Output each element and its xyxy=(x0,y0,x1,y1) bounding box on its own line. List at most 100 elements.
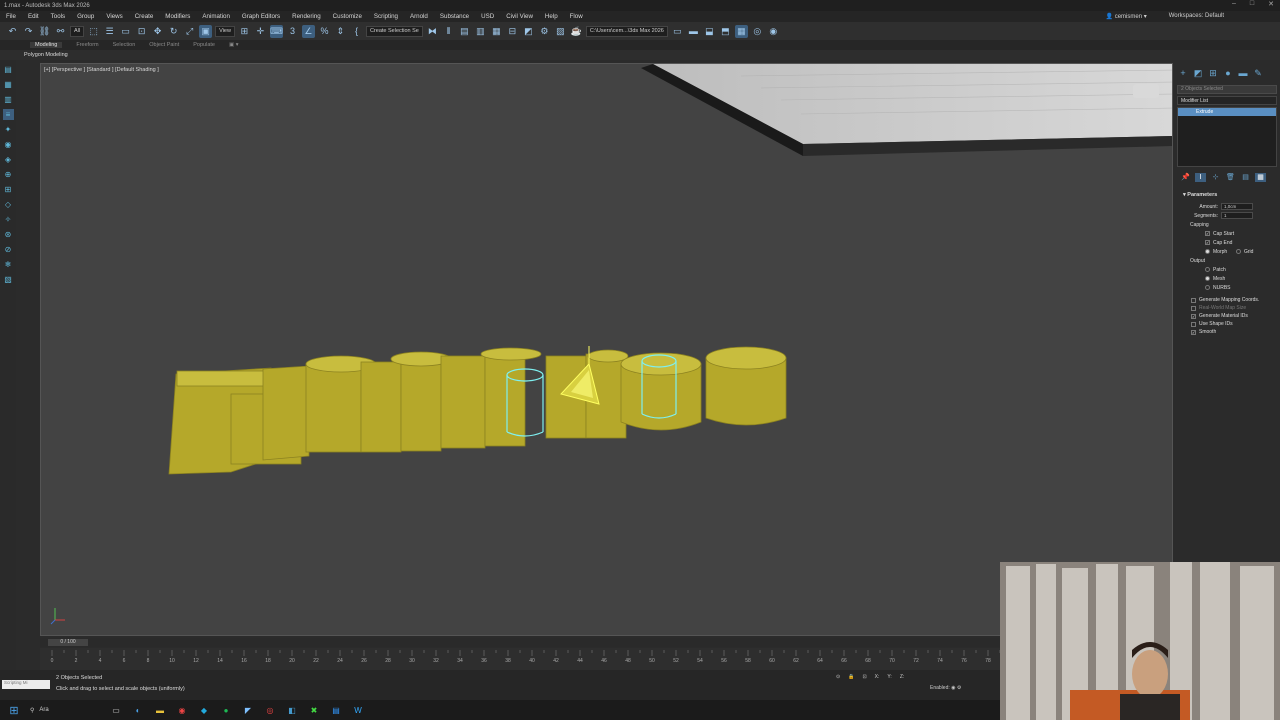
cap-end-checkbox[interactable]: ✓ Cap End xyxy=(1177,238,1277,247)
menu-arnold[interactable]: Arnold xyxy=(410,13,428,20)
app-icon-red[interactable]: ◎ xyxy=(264,704,276,716)
time-slider-thumb[interactable]: 0 / 100 xyxy=(48,639,88,646)
menu-civil-view[interactable]: Civil View xyxy=(506,13,533,20)
link-icon[interactable]: ⛓ xyxy=(38,25,51,38)
user-account[interactable]: 👤 cemismen ▾ xyxy=(1106,13,1147,20)
patch-radio[interactable]: Patch xyxy=(1177,265,1277,274)
real-world-checkbox[interactable]: Real-World Map Size xyxy=(1177,304,1277,312)
vscode-icon[interactable]: ◤ xyxy=(242,704,254,716)
mesh-radio[interactable]: Mesh xyxy=(1177,274,1277,283)
uniform-scale-icon[interactable]: ▣ xyxy=(199,24,213,38)
3dsmax-icon[interactable]: ◆ xyxy=(198,704,210,716)
remove-modifier-icon[interactable]: 🗑 xyxy=(1225,173,1236,182)
taskbar-search[interactable]: ⚲ Ara xyxy=(30,707,100,714)
unlink-icon[interactable]: ⚯ xyxy=(54,25,67,38)
grid-radio[interactable] xyxy=(1235,249,1241,254)
parameters-rollout-title[interactable]: ▾ Parameters xyxy=(1177,192,1277,198)
shapes-icon[interactable]: ◇ xyxy=(3,199,14,210)
viewport-layout-icon[interactable]: ▦ xyxy=(734,24,748,38)
menu-modifiers[interactable]: Modifiers xyxy=(165,13,190,20)
menu-edit[interactable]: Edit xyxy=(28,13,39,20)
windows-start-icon[interactable]: ⊞ xyxy=(8,704,20,717)
modify-tab-icon[interactable]: ◩ xyxy=(1193,68,1203,79)
menu-flow[interactable]: Flow xyxy=(570,13,583,20)
cap-start-checkbox[interactable]: ✓ Cap Start xyxy=(1177,229,1277,238)
app-icon-notes[interactable]: ▤ xyxy=(330,704,342,716)
percent-snap-icon[interactable]: % xyxy=(318,25,331,38)
ref-coord-dropdown[interactable]: View xyxy=(215,25,235,37)
angle-snap-icon[interactable]: ∠ xyxy=(301,24,315,38)
tab-object-paint[interactable]: Object Paint xyxy=(149,42,179,48)
modifier-stack[interactable]: Extrude xyxy=(1177,107,1277,167)
toggle-ribbon-icon[interactable]: ▥ xyxy=(474,25,487,38)
abs-rel-icon[interactable]: ⊡ xyxy=(862,674,866,680)
redo-icon[interactable]: ↷ xyxy=(22,25,35,38)
object-name-field[interactable]: 2 Objects Selected xyxy=(1177,85,1277,94)
maximize-icon[interactable]: □ xyxy=(1250,0,1254,8)
app-icon-blue[interactable]: ◧ xyxy=(286,704,298,716)
modifier-list-dropdown[interactable]: Modifier List xyxy=(1177,96,1277,105)
workspace-selector[interactable]: Workspaces: Default xyxy=(1169,13,1224,20)
word-icon[interactable]: W xyxy=(352,704,364,716)
menu-create[interactable]: Create xyxy=(135,13,154,20)
undo-icon[interactable]: ↶ xyxy=(6,25,19,38)
project-folder-dropdown[interactable]: C:\Users\cem...\3ds Max 2026 xyxy=(585,25,668,37)
helper-icon[interactable]: ◈ xyxy=(3,154,14,165)
create-tab-icon[interactable]: + xyxy=(1178,68,1188,78)
make-unique-icon[interactable]: ⊹ xyxy=(1210,173,1221,182)
configure-sets-icon[interactable]: ▤ xyxy=(1240,173,1251,182)
sort-icon[interactable]: ≡ xyxy=(2,109,14,120)
lock-selection-icon[interactable]: 🔒 xyxy=(848,674,854,680)
modifier-list-options-icon[interactable]: ▦ xyxy=(1255,173,1266,182)
scene-explorer-icon[interactable]: ▤ xyxy=(3,64,14,75)
bone-icon[interactable]: ⊘ xyxy=(3,244,14,255)
spacewarp-icon[interactable]: ⊛ xyxy=(3,229,14,240)
morph-radio[interactable] xyxy=(1205,249,1210,254)
light-icon[interactable]: ✦ xyxy=(3,124,14,135)
tab-selection[interactable]: Selection xyxy=(113,42,136,48)
rotate-icon[interactable]: ↻ xyxy=(167,25,180,38)
menu-help[interactable]: Help xyxy=(545,13,558,20)
chrome-icon[interactable]: ◉ xyxy=(176,704,188,716)
window-crossing-icon[interactable]: ⊡ xyxy=(135,25,148,38)
schematic-view-icon[interactable]: ⊟ xyxy=(506,25,519,38)
stack-item-extrude[interactable]: Extrude xyxy=(1178,108,1276,116)
hierarchy-tab-icon[interactable]: ⊞ xyxy=(1208,68,1218,79)
frozen-icon[interactable]: ❄ xyxy=(3,259,14,270)
curve-editor-icon[interactable]: ▦ xyxy=(490,25,503,38)
keyboard-shortcut-icon[interactable]: ⌨ xyxy=(269,24,283,38)
snap-toggle-icon[interactable]: 3 xyxy=(286,25,299,38)
tab-freeform[interactable]: Freeform xyxy=(76,42,98,48)
move-icon[interactable]: ✥ xyxy=(151,25,164,38)
material-editor-icon[interactable]: ◩ xyxy=(522,25,535,38)
menu-usd[interactable]: USD xyxy=(481,13,494,20)
export-icon[interactable]: ⬒ xyxy=(719,25,732,38)
smooth-checkbox[interactable]: ✓ Smooth xyxy=(1177,328,1277,336)
menu-customize[interactable]: Customize xyxy=(333,13,362,20)
scale-icon[interactable]: ⤢ xyxy=(183,25,196,38)
z-coord-label[interactable]: Z: xyxy=(900,674,904,680)
xref-icon[interactable]: ⊕ xyxy=(3,169,14,180)
spinner-snap-icon[interactable]: ⇕ xyxy=(334,25,347,38)
excel-icon[interactable]: ✖ xyxy=(308,704,320,716)
layer-explorer-icon[interactable]: ▤ xyxy=(458,25,471,38)
polygon-modeling-label[interactable]: Polygon Modeling xyxy=(24,52,68,58)
adaptive-degradation-toggle[interactable]: Enabled: ◉ ⚙ xyxy=(930,685,961,691)
taskview-icon[interactable]: ▭ xyxy=(110,704,122,716)
menu-tools[interactable]: Tools xyxy=(51,13,65,20)
arnold-icon[interactable]: ◎ xyxy=(751,25,764,38)
select-by-name-icon[interactable]: ☰ xyxy=(103,25,116,38)
isolate-icon[interactable]: ⊙ xyxy=(836,674,840,680)
minimize-icon[interactable]: – xyxy=(1232,0,1236,8)
save-icon[interactable]: ▬ xyxy=(687,25,700,38)
viewport-label[interactable]: [+] [Perspective ] [Standard ] [Default … xyxy=(44,67,159,73)
show-end-result-icon[interactable]: Ⅰ xyxy=(1195,173,1206,182)
menu-rendering[interactable]: Rendering xyxy=(292,13,321,20)
rendered-frame-icon[interactable]: ▨ xyxy=(554,25,567,38)
particles-icon[interactable]: ✧ xyxy=(3,214,14,225)
light-gizmo[interactable] xyxy=(1133,84,1159,98)
nurbs-radio[interactable]: NURBS xyxy=(1177,283,1277,292)
gen-mapping-checkbox[interactable]: Generate Mapping Coords. xyxy=(1177,296,1277,304)
amount-spinner[interactable]: 1,0cm xyxy=(1221,203,1253,210)
layers-icon[interactable]: ▧ xyxy=(3,274,14,285)
